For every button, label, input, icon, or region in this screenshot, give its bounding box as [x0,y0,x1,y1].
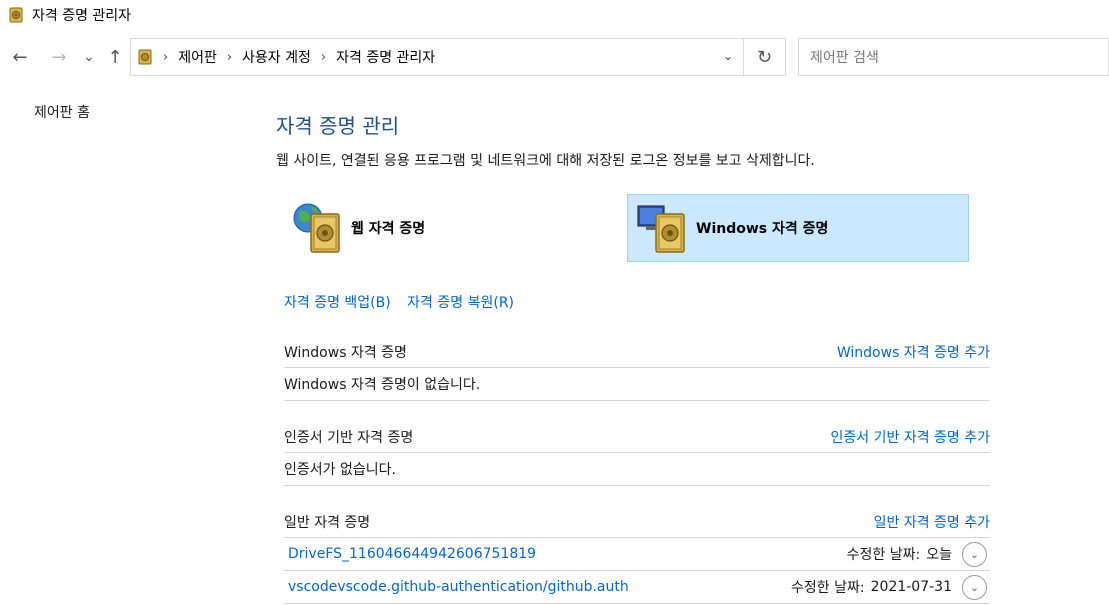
credential-name[interactable]: vscodevscode.github-authentication/githu… [284,579,629,595]
credential-meta: 수정한 날짜: 오늘 ⌄ [846,541,990,567]
address-dropdown-icon[interactable]: ⌄ [723,49,733,63]
credential-row[interactable]: vscodevscode.github-authentication/githu… [284,571,990,604]
up-arrow-icon: ↑ [107,46,123,68]
modified-date: 2021-07-31 [870,579,952,595]
expand-chevron-icon[interactable]: ⌄ [962,574,987,600]
section-header: Windows 자격 증명 Windows 자격 증명 추가 [284,336,990,368]
address-box[interactable]: › 제어판 › 사용자 계정 › 자격 증명 관리자 ⌄ [130,38,744,76]
search-input[interactable]: 제어판 검색 [798,38,1109,76]
breadcrumb-separator[interactable]: › [227,50,232,65]
windows-credentials-section: Windows 자격 증명 Windows 자격 증명 추가 Windows 자… [284,336,990,401]
windows-credentials-tile[interactable]: Windows 자격 증명 [627,194,969,262]
page-title: 자격 증명 관리 [276,114,400,138]
section-title: 일반 자격 증명 [284,514,371,531]
empty-message: Windows 자격 증명이 없습니다. [284,368,990,401]
breadcrumb-separator: › [163,49,169,65]
credential-vault-icon [9,7,23,23]
title-bar: 자격 증명 관리자 [0,0,1109,30]
generic-credentials-section: 일반 자격 증명 일반 자격 증명 추가 DriveFS_11604664494… [284,506,990,604]
sidebar-item-control-panel-home[interactable]: 제어판 홈 [34,102,90,122]
window-title: 자격 증명 관리자 [32,8,132,24]
breadcrumb-separator[interactable]: › [321,50,326,65]
search-placeholder: 제어판 검색 [810,50,879,66]
breadcrumb-control-panel[interactable]: 제어판 [178,47,217,67]
recent-locations-button[interactable]: ⌄ [78,46,100,68]
forward-button[interactable]: → [48,46,70,68]
expand-chevron-icon[interactable]: ⌄ [962,541,987,567]
breadcrumb-user-accounts[interactable]: 사용자 계정 [242,47,311,67]
section-title: Windows 자격 증명 [284,344,407,361]
modified-date-label: 수정한 날짜: [791,580,865,596]
chevron-down-icon: ⌄ [83,49,95,65]
monitor-vault-icon [637,205,685,253]
back-arrow-icon: ← [12,46,28,68]
section-header: 일반 자격 증명 일반 자격 증명 추가 [284,506,990,538]
certificate-credentials-section: 인증서 기반 자격 증명 인증서 기반 자격 증명 추가 인증서가 없습니다. [284,421,990,486]
add-certificate-credential-link[interactable]: 인증서 기반 자격 증명 추가 [831,427,990,447]
backup-credentials-link[interactable]: 자격 증명 백업(B) [284,295,391,311]
web-credentials-tile[interactable]: 웹 자격 증명 [287,194,617,262]
address-bar-row: ← → ⌄ ↑ › 제어판 › 사용자 계정 › 자격 증명 관리자 ⌄ ↻ 제… [0,38,1109,78]
page-description: 웹 사이트, 연결된 응용 프로그램 및 네트워크에 대해 저장된 로그온 정보… [276,153,815,169]
backup-restore-links: 자격 증명 백업(B) 자격 증명 복원(R) [284,292,526,312]
up-button[interactable]: ↑ [104,46,126,68]
modified-date: 오늘 [926,547,952,563]
empty-message: 인증서가 없습니다. [284,453,990,486]
windows-credentials-label: Windows 자격 증명 [696,221,829,237]
modified-date-label: 수정한 날짜: [846,547,921,563]
forward-arrow-icon: → [51,46,67,68]
section-title: 인증서 기반 자격 증명 [284,429,414,446]
back-button[interactable]: ← [9,46,31,68]
globe-vault-icon [293,203,340,253]
restore-credentials-link[interactable]: 자격 증명 복원(R) [407,295,514,311]
credential-meta: 수정한 날짜: 2021-07-31 ⌄ [791,574,990,600]
control-panel-vault-icon [138,49,152,65]
breadcrumb-credential-manager[interactable]: 자격 증명 관리자 [336,47,435,67]
add-windows-credential-link[interactable]: Windows 자격 증명 추가 [837,342,990,362]
credential-name[interactable]: DriveFS_116046644942606751819 [284,546,536,562]
credential-row[interactable]: DriveFS_116046644942606751819 수정한 날짜: 오늘… [284,538,990,571]
section-header: 인증서 기반 자격 증명 인증서 기반 자격 증명 추가 [284,421,990,453]
web-credentials-label: 웹 자격 증명 [351,221,426,237]
add-generic-credential-link[interactable]: 일반 자격 증명 추가 [874,512,990,532]
refresh-button[interactable]: ↻ [744,38,786,76]
refresh-icon: ↻ [756,46,773,68]
